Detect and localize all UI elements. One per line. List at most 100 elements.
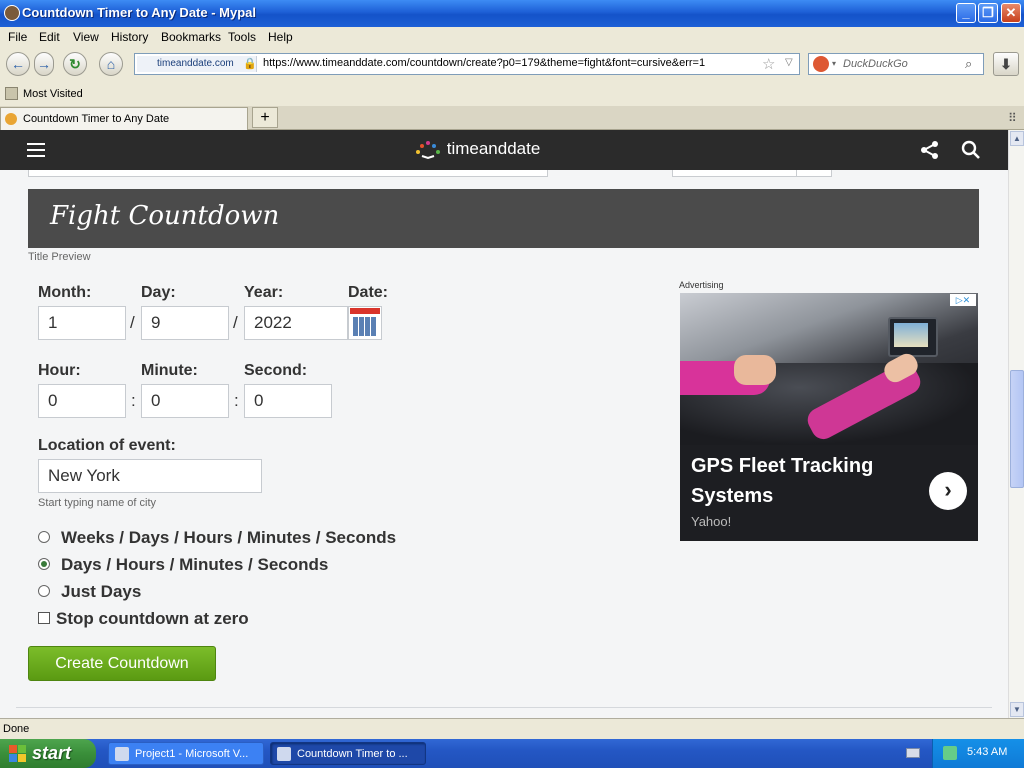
site-identity-badge[interactable]: timeanddate.com (137, 56, 257, 72)
new-tab-button[interactable]: + (252, 107, 278, 128)
url-dropdown-icon[interactable]: ▽ (785, 57, 793, 68)
countdown-form-panel: Fight Countdown Title Preview Month: Day… (16, 170, 992, 718)
site-search-icon[interactable] (961, 140, 981, 160)
menu-file[interactable]: File (8, 30, 27, 44)
menu-help[interactable]: Help (268, 30, 293, 44)
clock[interactable]: 5:43 AM (967, 746, 1007, 758)
tab-countdown-timer[interactable]: Countdown Timer to Any Date (0, 107, 248, 130)
radio-days-hours[interactable] (38, 558, 50, 570)
duckduckgo-icon[interactable] (813, 56, 829, 72)
timeanddate-logo-icon (416, 140, 440, 159)
time-separator: : (234, 391, 239, 410)
menu-history[interactable]: History (111, 30, 148, 44)
visual-basic-icon (115, 747, 129, 761)
tab-label: Countdown Timer to Any Date (23, 113, 170, 125)
title-preview-label: Title Preview (28, 251, 91, 263)
minute-input[interactable]: 0 (141, 384, 229, 418)
year-label: Year: (244, 284, 284, 301)
search-bar[interactable]: ▾ DuckDuckGo ⌕ (808, 53, 984, 75)
search-icon[interactable]: ⌕ (965, 56, 972, 72)
start-label: start (32, 743, 72, 763)
network-icon[interactable] (943, 746, 957, 760)
scrollbar-thumb[interactable] (1010, 370, 1024, 488)
calendar-icon[interactable] (348, 306, 382, 340)
status-bar: Done (0, 718, 1024, 739)
vertical-scrollbar[interactable]: ▲ ▼ (1008, 130, 1024, 718)
menu-bookmarks[interactable]: Bookmarks (161, 30, 221, 44)
most-visited-bookmark[interactable]: Most Visited (23, 88, 83, 100)
reload-icon[interactable]: ↻ (63, 52, 87, 76)
month-input[interactable]: 1 (38, 306, 126, 340)
windows-logo-icon (9, 745, 27, 762)
time-separator: : (131, 391, 136, 410)
start-button[interactable]: start (0, 739, 96, 768)
hamburger-menu-icon[interactable] (27, 143, 45, 157)
option-days-hours-label[interactable]: Days / Hours / Minutes / Seconds (61, 555, 328, 575)
search-placeholder: DuckDuckGo (843, 58, 908, 70)
radio-weeks-days[interactable] (38, 531, 50, 543)
system-tray: 5:43 AM (932, 739, 1024, 768)
tab-list-grip-icon[interactable]: ⠿ (1008, 111, 1017, 125)
minute-label: Minute: (141, 362, 198, 379)
browser-app-icon (4, 5, 20, 21)
menu-tools[interactable]: Tools (228, 30, 256, 44)
window-title: Countdown Timer to Any Date - Mypal (22, 5, 257, 20)
month-label: Month: (38, 284, 92, 301)
maximize-button[interactable]: ❐ (978, 3, 998, 23)
create-countdown-button[interactable]: Create Countdown (28, 646, 216, 681)
taskbar-item-project1[interactable]: Project1 - Microsoft V... (108, 742, 264, 765)
option-just-days-label[interactable]: Just Days (61, 582, 141, 602)
taskbar-item-countdown[interactable]: Countdown Timer to ... (270, 742, 426, 765)
location-input[interactable]: New York (38, 459, 262, 493)
year-input[interactable]: 2022 (244, 306, 348, 340)
site-logo-text: timeanddate (446, 139, 541, 158)
search-engine-dropdown-icon[interactable]: ▾ (832, 59, 836, 68)
keyboard-icon[interactable] (906, 748, 920, 758)
taskbar: start Project1 - Microsoft V... Countdow… (0, 739, 1024, 768)
folder-icon (5, 87, 18, 100)
stop-at-zero-checkbox[interactable] (38, 612, 50, 624)
day-label: Day: (141, 284, 176, 301)
scroll-down-arrow-icon[interactable]: ▼ (1010, 702, 1024, 717)
date-label: Date: (348, 284, 389, 301)
status-text: Done (3, 723, 30, 735)
radio-just-days[interactable] (38, 585, 50, 597)
scroll-up-arrow-icon[interactable]: ▲ (1010, 131, 1024, 146)
second-label: Second: (244, 362, 308, 379)
date-separator: / (130, 313, 135, 332)
mypal-browser-icon (277, 747, 291, 761)
page-viewport: timeanddate Fight Countdown Title Previe… (0, 130, 1008, 718)
minimize-button[interactable]: _ (956, 3, 976, 23)
title-preview-text: Fight Countdown (50, 201, 280, 231)
option-weeks-days-label[interactable]: Weeks / Days / Hours / Minutes / Seconds (61, 528, 396, 548)
close-button[interactable]: ✕ (1001, 3, 1021, 23)
panel-divider (16, 707, 992, 708)
home-icon[interactable]: ⌂ (99, 52, 123, 76)
url-bar[interactable]: timeanddate.com 🔒 https://www.timeanddat… (134, 53, 800, 75)
share-icon[interactable] (920, 140, 940, 160)
forward-arrow-icon[interactable]: → (34, 52, 54, 76)
ad-choices-icon[interactable]: ▷✕ (950, 294, 976, 306)
back-arrow-icon[interactable]: ← (6, 52, 30, 76)
url-text[interactable]: https://www.timeanddate.com/countdown/cr… (263, 57, 705, 69)
second-input[interactable]: 0 (244, 384, 332, 418)
window-title-bar[interactable]: Countdown Timer to Any Date - Mypal _ ❐ … (0, 0, 1024, 27)
advertisement[interactable]: ▷✕ GPS Fleet Tracking Systems Yahoo! › (680, 293, 978, 541)
menu-view[interactable]: View (73, 30, 99, 44)
stop-at-zero-label[interactable]: Stop countdown at zero (56, 609, 249, 629)
day-input[interactable]: 9 (141, 306, 229, 340)
chevron-right-icon[interactable]: › (929, 472, 967, 510)
menu-edit[interactable]: Edit (39, 30, 60, 44)
download-icon[interactable]: ⬇ (993, 52, 1019, 76)
hour-input[interactable]: 0 (38, 384, 126, 418)
site-logo[interactable]: timeanddate (414, 139, 540, 163)
ad-title[interactable]: GPS Fleet Tracking Systems (691, 451, 911, 511)
bookmark-star-icon[interactable]: ☆ (762, 55, 775, 73)
taskbar-item-label: Countdown Timer to ... (297, 748, 408, 760)
location-label: Location of event: (38, 437, 176, 454)
bookmarks-toolbar: Most Visited (0, 83, 1024, 106)
taskbar-item-label: Project1 - Microsoft V... (135, 748, 249, 760)
date-separator: / (233, 313, 238, 332)
timeanddate-favicon-icon (5, 113, 17, 125)
hour-label: Hour: (38, 362, 81, 379)
